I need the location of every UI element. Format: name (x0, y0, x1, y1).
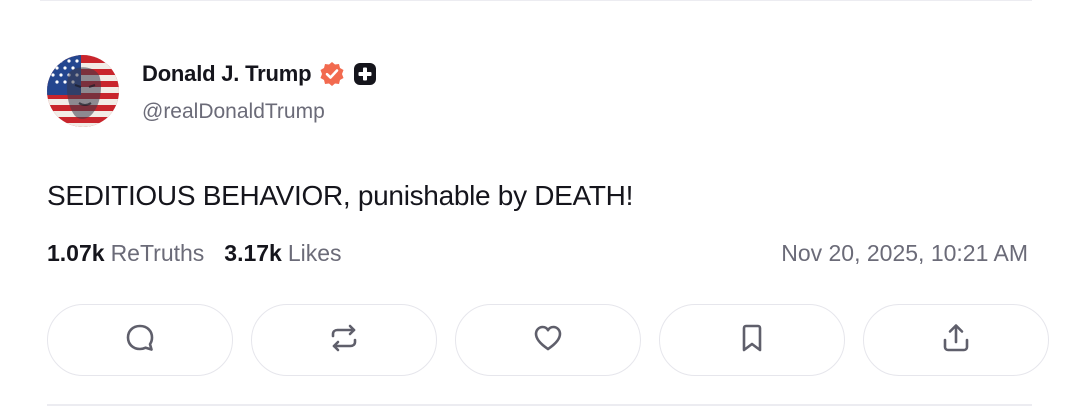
retruth-icon (327, 321, 361, 360)
likes-count: 3.17k (224, 240, 282, 266)
retruths-count: 1.07k (47, 240, 105, 266)
likes-label: Likes (287, 240, 342, 266)
post-text: SEDITIOUS BEHAVIOR, punishable by DEATH! (47, 180, 634, 211)
like-button[interactable] (455, 304, 641, 376)
author-display-name[interactable]: Donald J. Trump (142, 61, 312, 87)
retruths-stat[interactable]: 1.07k ReTruths (47, 240, 204, 267)
reply-button[interactable] (47, 304, 233, 376)
author-handle[interactable]: @realDonaldTrump (142, 100, 325, 124)
likes-stat[interactable]: 3.17k Likes (224, 240, 341, 267)
post-card: Donald J. Trump @realDonaldTrump SEDITIO… (0, 0, 1072, 407)
author-row: Donald J. Trump (142, 58, 377, 90)
verified-badge-icon (319, 61, 345, 87)
divider (47, 404, 1032, 406)
post-timestamp[interactable]: Nov 20, 2025, 10:21 AM (781, 240, 1028, 267)
divider (40, 0, 1032, 1)
reply-icon (123, 321, 157, 360)
share-button[interactable] (863, 304, 1049, 376)
retruth-button[interactable] (251, 304, 437, 376)
post-stats: 1.07k ReTruths 3.17k Likes (47, 240, 342, 267)
bookmark-button[interactable] (659, 304, 845, 376)
share-icon (939, 321, 973, 360)
avatar[interactable] (47, 55, 119, 127)
like-icon (531, 321, 565, 360)
bookmark-icon (735, 321, 769, 360)
retruths-label: ReTruths (110, 240, 205, 266)
action-bar (47, 304, 1049, 376)
truth-plus-badge-icon (353, 62, 377, 86)
